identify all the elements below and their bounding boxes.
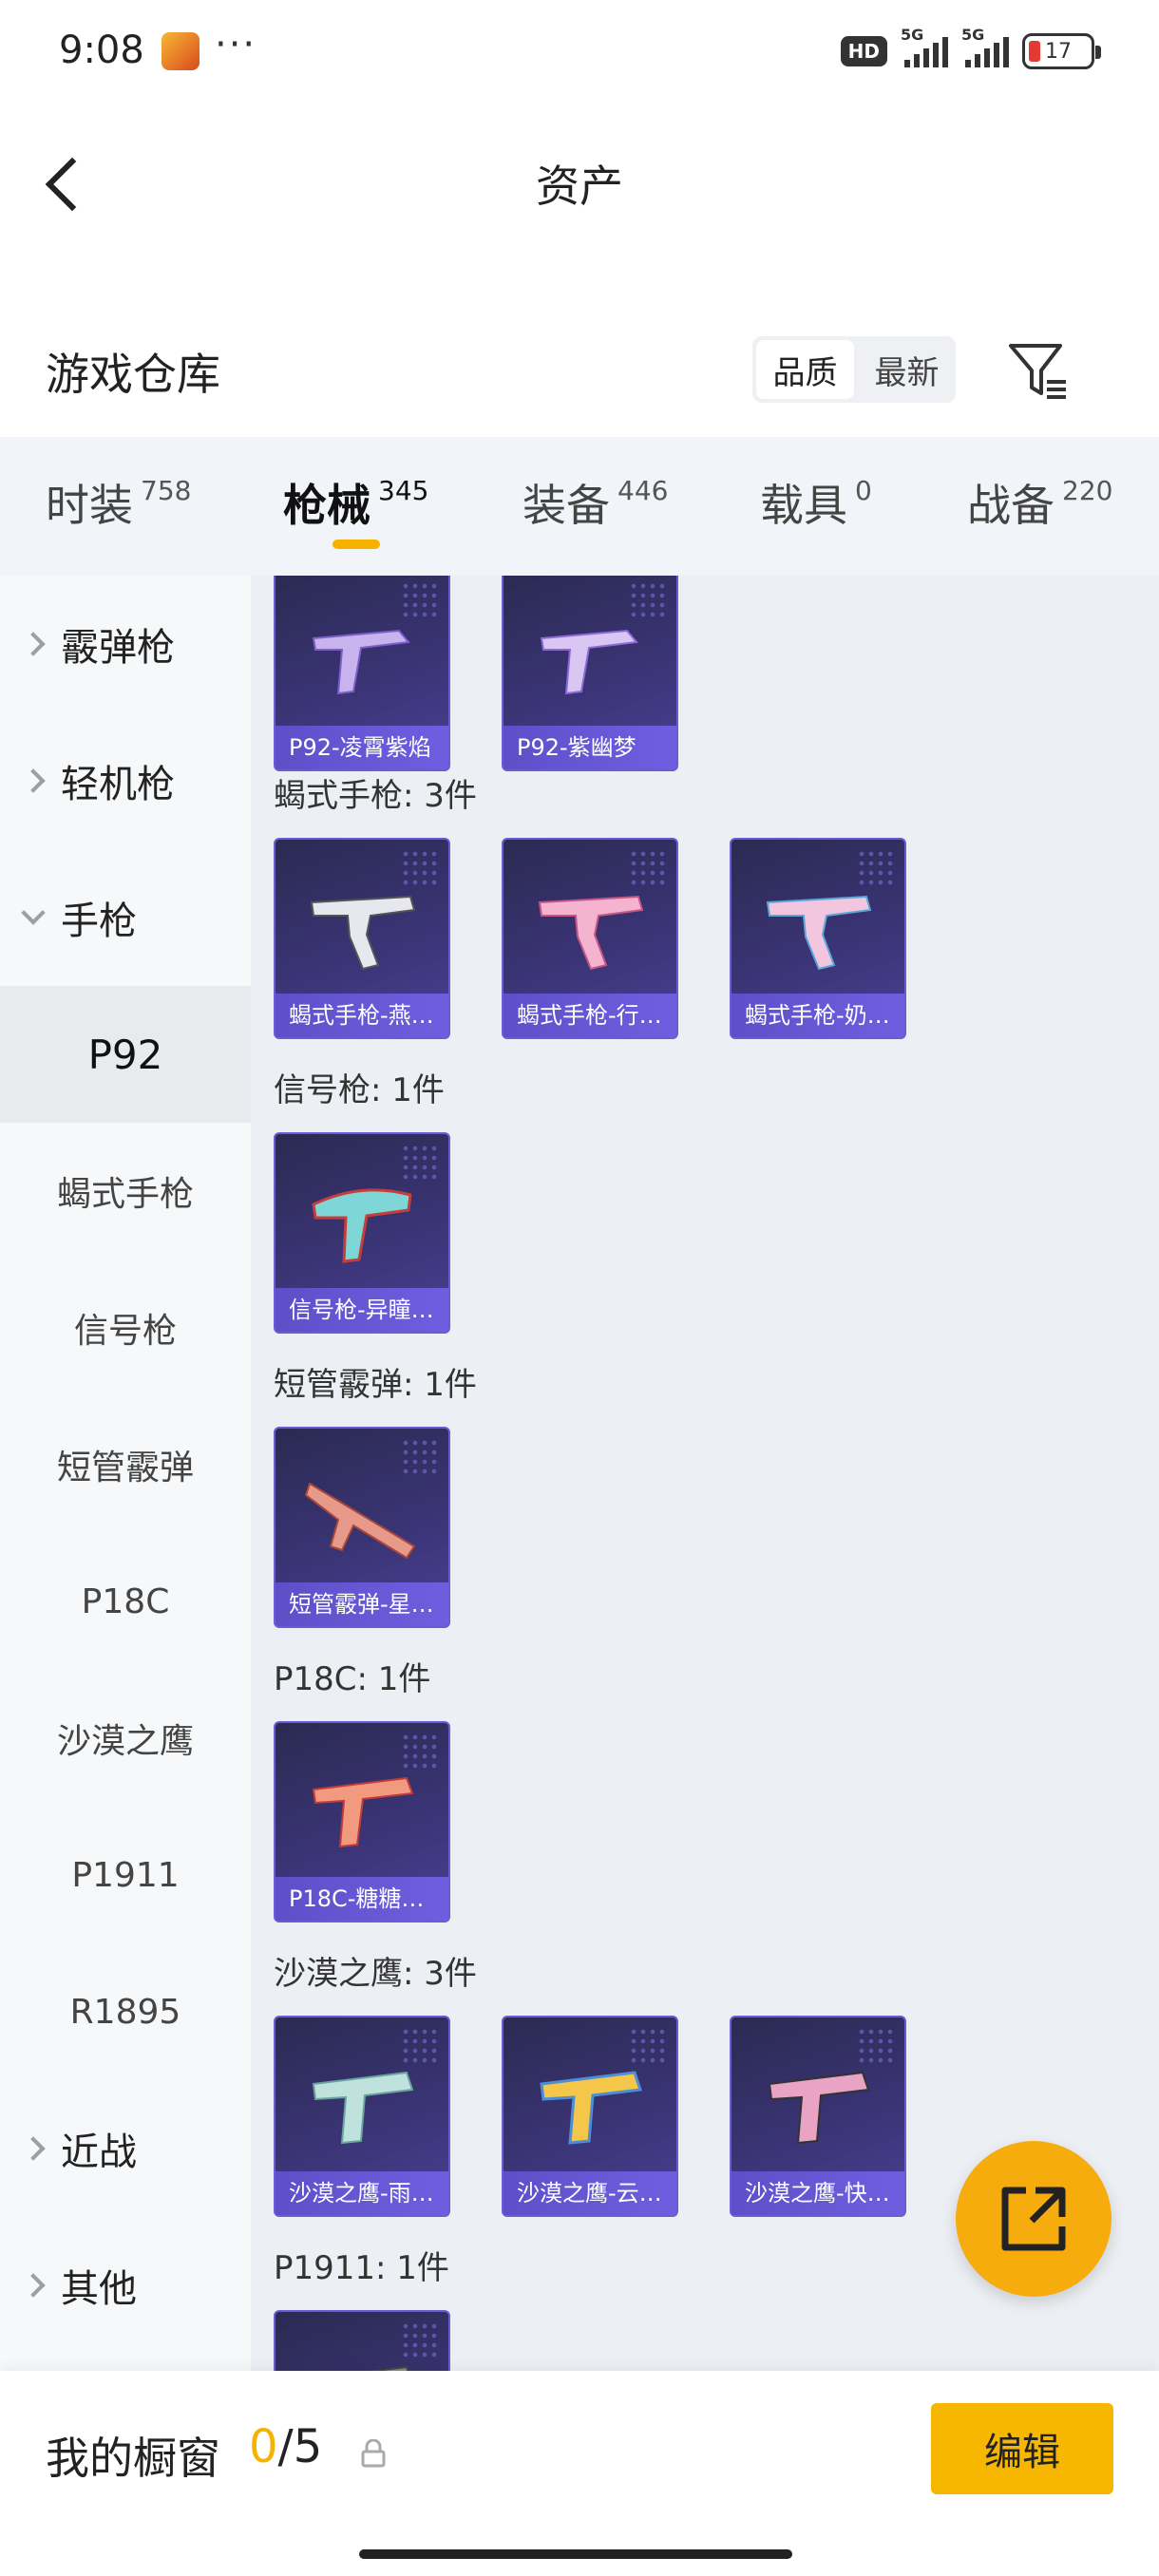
weapon-card[interactable]: 沙漠之鹰-雨… [274, 2016, 450, 2217]
weapon-name: P18C-糖糖… [276, 1877, 448, 1921]
status-time: 9:08 [59, 28, 144, 72]
weapon-card[interactable]: 沙漠之鹰-快… [730, 2016, 906, 2217]
share-external-icon [1001, 2187, 1066, 2251]
sidebar-item-p92[interactable]: P92 [0, 986, 251, 1123]
weapon-card[interactable]: 短管霰弹-星… [274, 1427, 450, 1628]
section-title: 沙漠之鹰: 3件 [274, 1955, 477, 1993]
smg-skin-icon [310, 895, 416, 971]
showcase-bar: 我的橱窗 0/5 编辑 [0, 2371, 1159, 2576]
weapon-card[interactable]: 蝎式手枪-行… [502, 838, 678, 1039]
weapon-name: 信号枪-异瞳… [276, 1288, 448, 1332]
sidebar-item-flare-gun[interactable]: 信号枪 [0, 1260, 251, 1396]
warehouse-title: 游戏仓库 [46, 349, 220, 400]
weapon-name: 蝎式手枪-燕… [276, 994, 448, 1037]
weapon-category-sidebar: 霰弹枪 轻机枪 手枪 P92 蝎式手枪 信号枪 短管霰弹 P18C 沙漠之鹰 P… [0, 576, 251, 2371]
pistol-skin-icon [368, 2365, 409, 2371]
chevron-down-icon [21, 900, 46, 925]
hd-voice-icon: HD [840, 36, 887, 66]
tab-combat-gear[interactable]: 战备 220 [967, 471, 1112, 534]
filter-button[interactable] [1005, 338, 1072, 405]
weapon-grid: P92-凌霄紫焰 P92-紫幽梦 蝎式手枪: 3件 蝎式手枪-燕… 蝎式手枪-行… [251, 576, 1159, 2371]
status-bar: 9:08 ··· HD 5G 5G 17 [0, 0, 1159, 104]
pistol-skin-icon [540, 629, 638, 695]
weapon-card[interactable]: P92-紫幽梦 [502, 576, 678, 771]
edit-button[interactable]: 编辑 [931, 2403, 1113, 2494]
sidebar-item-desert-eagle[interactable]: 沙漠之鹰 [0, 1670, 251, 1807]
more-notifications-icon: ··· [215, 23, 257, 66]
chevron-right-icon [21, 632, 46, 656]
tab-firearms[interactable]: 枪械 345 [283, 471, 428, 534]
weapon-name: 蝎式手枪-奶… [732, 994, 904, 1037]
pistol-skin-icon [312, 1776, 414, 1848]
weapon-card[interactable]: P92-凌霄紫焰 [274, 576, 450, 771]
weapon-card[interactable]: 蝎式手枪-奶… [730, 838, 906, 1039]
sidebar-group-pistol[interactable]: 手枪 [0, 849, 251, 986]
weapon-card[interactable]: 沙漠之鹰-云… [502, 2016, 678, 2217]
flare-gun-skin-icon [312, 1188, 412, 1263]
weapon-card[interactable] [274, 2310, 450, 2371]
active-tab-indicator [332, 540, 380, 549]
chevron-right-icon [21, 2273, 46, 2298]
weapon-card[interactable]: 信号枪-异瞳… [274, 1132, 450, 1334]
weapon-name: P92-紫幽梦 [504, 726, 676, 769]
tab-fashion[interactable]: 时装 758 [46, 471, 191, 534]
chevron-right-icon [21, 768, 46, 793]
page-title: 资产 [536, 161, 623, 212]
sidebar-group-lmg[interactable]: 轻机枪 [0, 712, 251, 849]
app-notification-icon [162, 32, 200, 70]
category-tabs: 时装 758 枪械 345 装备 446 载具 0 战备 220 [0, 437, 1159, 576]
pistol-skin-icon [312, 629, 410, 695]
pistol-skin-icon [540, 2071, 643, 2145]
sort-quality-button[interactable]: 品质 [756, 340, 854, 399]
sidebar-item-p1911[interactable]: P1911 [0, 1807, 251, 1943]
smg-skin-icon [766, 895, 872, 971]
smg-skin-icon [538, 895, 644, 971]
weapon-name: 沙漠之鹰-云… [504, 2171, 676, 2215]
weapon-card[interactable]: 蝎式手枪-燕… [274, 838, 450, 1039]
weapon-name: 沙漠之鹰-快… [732, 2171, 904, 2215]
sidebar-group-other[interactable]: 其他 [0, 2217, 251, 2354]
weapon-name: 沙漠之鹰-雨… [276, 2171, 448, 2215]
filter-icon [1009, 344, 1066, 399]
pistol-skin-icon [312, 2071, 414, 2145]
weapon-name: 蝎式手枪-行… [504, 994, 676, 1037]
share-button[interactable] [956, 2141, 1112, 2297]
lock-icon [361, 2439, 386, 2468]
sidebar-item-r1895[interactable]: R1895 [0, 1943, 251, 2080]
status-indicators: HD 5G 5G 17 [840, 26, 1101, 72]
chevron-right-icon [21, 2136, 46, 2161]
weapon-card[interactable]: P18C-糖糖… [274, 1721, 450, 1923]
sort-newest-button[interactable]: 最新 [858, 336, 956, 403]
section-title: P1911: 1件 [274, 2249, 449, 2287]
signal-icon: 5G [961, 26, 1009, 67]
section-title: 信号枪: 1件 [274, 1071, 445, 1109]
tab-equipment[interactable]: 装备 446 [522, 471, 668, 534]
page-header: 资产 [0, 123, 1159, 237]
section-title: 短管霰弹: 1件 [274, 1366, 477, 1404]
warehouse-toolbar: 游戏仓库 品质 最新 [0, 323, 1159, 418]
sidebar-group-shotgun[interactable]: 霰弹枪 [0, 576, 251, 712]
battery-icon: 17 [1022, 33, 1101, 69]
sidebar-item-p18c[interactable]: P18C [0, 1533, 251, 1670]
section-title: P18C: 1件 [274, 1660, 431, 1698]
sort-toggle: 品质 最新 [752, 336, 956, 403]
weapon-name: P92-凌霄紫焰 [276, 726, 448, 769]
sidebar-item-sawed-off[interactable]: 短管霰弹 [0, 1396, 251, 1533]
showcase-count: 0/5 [249, 2420, 323, 2473]
pistol-skin-icon [768, 2071, 870, 2145]
section-title: 蝎式手枪: 3件 [274, 777, 477, 815]
home-indicator[interactable] [359, 2549, 792, 2559]
showcase-title: 我的橱窗 [46, 2433, 220, 2484]
shotgun-skin-icon [304, 1482, 416, 1560]
signal-icon: 5G [901, 26, 948, 67]
weapon-name: 短管霰弹-星… [276, 1582, 448, 1626]
tab-vehicles[interactable]: 载具 0 [760, 471, 872, 534]
sidebar-item-scorpion[interactable]: 蝎式手枪 [0, 1123, 251, 1260]
sidebar-group-melee[interactable]: 近战 [0, 2080, 251, 2217]
